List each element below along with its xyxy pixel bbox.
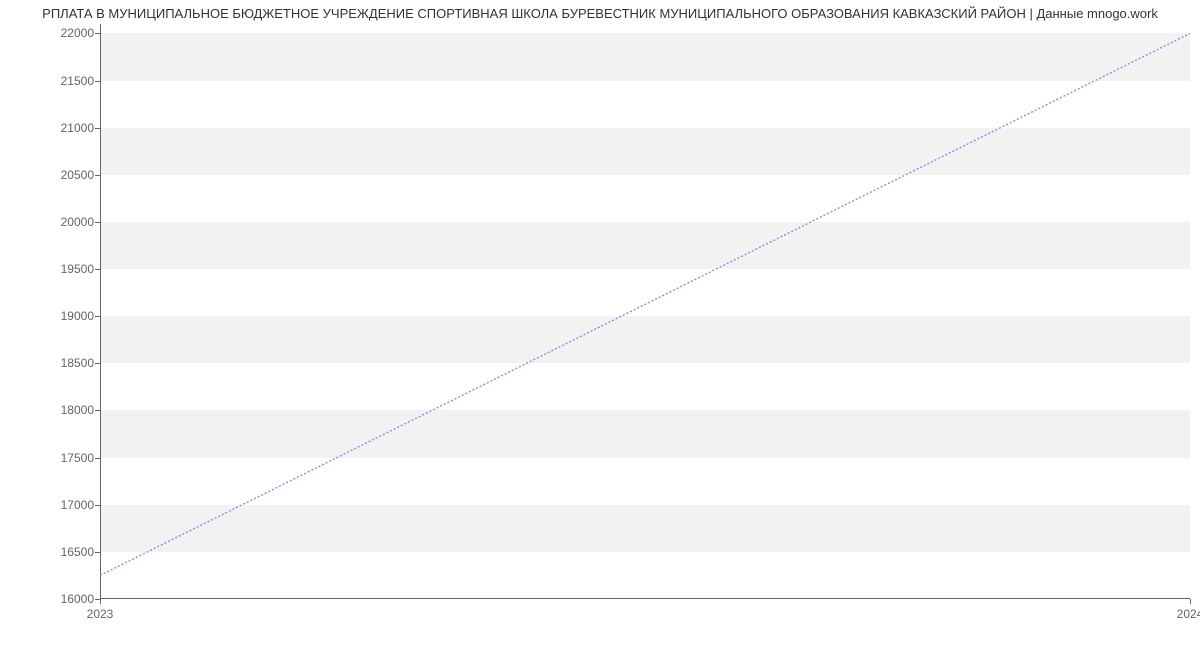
y-tick-label: 20500 xyxy=(61,168,94,182)
y-tick-label: 21000 xyxy=(61,121,94,135)
x-axis-line xyxy=(100,598,1190,599)
y-tick-label: 17000 xyxy=(61,498,94,512)
y-tick-label: 22000 xyxy=(61,26,94,40)
y-tick-mark xyxy=(95,33,100,34)
y-tick-mark xyxy=(95,552,100,553)
y-tick-label: 16000 xyxy=(61,592,94,606)
y-tick-mark xyxy=(95,363,100,364)
grid-band xyxy=(100,128,1190,175)
grid-band xyxy=(100,316,1190,363)
y-tick-label: 18000 xyxy=(61,403,94,417)
x-tick-mark xyxy=(1190,599,1191,604)
chart-title: РПЛАТА В МУНИЦИПАЛЬНОЕ БЮДЖЕТНОЕ УЧРЕЖДЕ… xyxy=(42,2,1158,23)
x-tick-label: 2023 xyxy=(87,607,114,621)
plot-area: 20232024 xyxy=(100,24,1190,599)
y-tick-label: 17500 xyxy=(61,451,94,465)
y-tick-mark xyxy=(95,175,100,176)
chart-container: 20232024 1600016500170001750018000185001… xyxy=(0,24,1200,624)
grid-band xyxy=(100,33,1190,80)
y-tick-mark xyxy=(95,316,100,317)
y-tick-label: 16500 xyxy=(61,545,94,559)
x-tick-mark xyxy=(100,599,101,604)
y-tick-mark xyxy=(95,505,100,506)
grid-band xyxy=(100,222,1190,269)
y-tick-label: 18500 xyxy=(61,356,94,370)
y-tick-mark xyxy=(95,81,100,82)
y-tick-label: 20000 xyxy=(61,215,94,229)
grid-band xyxy=(100,410,1190,457)
grid-band xyxy=(100,505,1190,552)
y-tick-mark xyxy=(95,458,100,459)
y-tick-mark xyxy=(95,410,100,411)
x-tick-label: 2024 xyxy=(1177,607,1200,621)
y-tick-label: 19000 xyxy=(61,309,94,323)
y-tick-label: 19500 xyxy=(61,262,94,276)
y-tick-mark xyxy=(95,128,100,129)
y-tick-label: 21500 xyxy=(61,74,94,88)
y-tick-mark xyxy=(95,222,100,223)
y-axis-line xyxy=(100,24,101,599)
y-tick-mark xyxy=(95,269,100,270)
